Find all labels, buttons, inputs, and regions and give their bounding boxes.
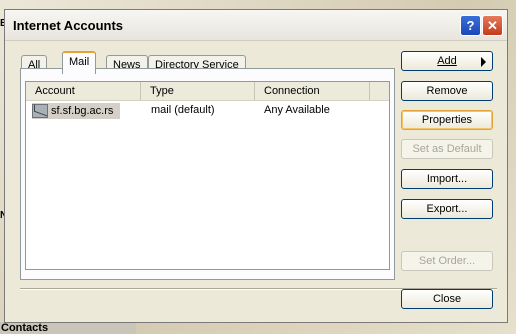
column-header-type[interactable]: Type bbox=[141, 82, 255, 100]
import-button[interactable]: Import... bbox=[401, 169, 493, 189]
remove-button[interactable]: Remove bbox=[401, 81, 493, 101]
column-header-filler bbox=[370, 82, 389, 100]
help-button[interactable]: ? bbox=[460, 15, 481, 36]
add-button[interactable]: Add bbox=[401, 51, 493, 71]
contacts-label: Contacts bbox=[1, 322, 49, 334]
set-order-button[interactable]: Set Order... bbox=[401, 251, 493, 271]
add-button-label: Add bbox=[437, 55, 457, 67]
list-item[interactable]: sf.sf.bg.ac.rs mail (default) Any Availa… bbox=[26, 103, 389, 119]
properties-button[interactable]: Properties bbox=[401, 110, 493, 130]
title-bar[interactable]: Internet Accounts ? ✕ bbox=[5, 10, 507, 41]
set-as-default-button[interactable]: Set as Default bbox=[401, 139, 493, 159]
account-connection: Any Available bbox=[264, 104, 330, 116]
close-button[interactable]: Close bbox=[401, 289, 493, 309]
window-title: Internet Accounts bbox=[13, 18, 124, 33]
submenu-arrow-icon bbox=[481, 57, 486, 67]
accounts-list[interactable]: Account Type Connection sf.sf.bg.ac.rs m… bbox=[25, 81, 390, 270]
column-header-connection[interactable]: Connection bbox=[255, 82, 370, 100]
internet-accounts-dialog: Internet Accounts ? ✕ All Mail News Dire… bbox=[4, 9, 508, 323]
close-window-button[interactable]: ✕ bbox=[482, 15, 503, 36]
account-type: mail (default) bbox=[151, 104, 215, 116]
export-button[interactable]: Export... bbox=[401, 199, 493, 219]
close-icon: ✕ bbox=[487, 17, 498, 33]
mail-account-icon bbox=[32, 104, 48, 118]
tab-mail[interactable]: Mail bbox=[62, 51, 97, 74]
help-icon: ? bbox=[466, 18, 475, 33]
list-header: Account Type Connection bbox=[26, 82, 389, 101]
account-name: sf.sf.bg.ac.rs bbox=[51, 105, 114, 117]
account-cell[interactable]: sf.sf.bg.ac.rs bbox=[32, 103, 120, 119]
column-header-account[interactable]: Account bbox=[26, 82, 141, 100]
